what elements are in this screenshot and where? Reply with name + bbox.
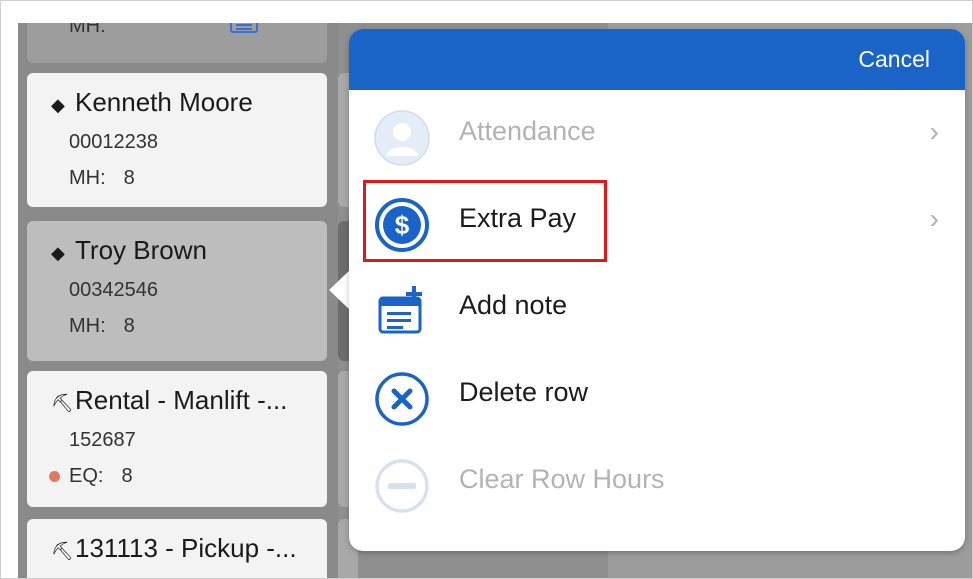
menu-item-label: Extra Pay — [459, 203, 577, 233]
hours-row: MH: 8 — [69, 167, 135, 189]
hours-label: MH: — [69, 23, 106, 37]
row-actions-popover: Cancel Attendance › $ Extra Pay › Add no… — [349, 29, 965, 551]
equipment-name: ⛏Rental - Manlift -... — [51, 385, 288, 415]
equipment-card[interactable]: ⛏Rental - Manlift -... 152687 EQ: 8 — [27, 371, 327, 507]
status-dot — [49, 471, 60, 482]
equipment-name: ⛏131113 - Pickup -... — [51, 533, 297, 563]
notes-icon[interactable] — [230, 23, 258, 33]
add-note-icon — [378, 286, 422, 334]
worker-hardhat-icon: ◆ — [51, 95, 65, 115]
chevron-right-icon: › — [929, 116, 939, 147]
minus-circle-icon — [375, 459, 429, 513]
menu-item-label: Clear Row Hours — [459, 464, 665, 494]
menu-item-extra-pay[interactable]: $ Extra Pay › — [349, 177, 965, 263]
menu-item-delete-row[interactable]: Delete row — [349, 351, 965, 437]
person-avatar-icon — [374, 110, 430, 166]
menu-item-attendance[interactable]: Attendance › — [349, 90, 965, 176]
crew-name: ◆ Kenneth Moore — [51, 87, 253, 117]
employee-number: 00012238 — [69, 131, 158, 153]
menu-item-label: Attendance — [459, 116, 596, 146]
popover-header: Cancel — [349, 29, 965, 90]
menu-item-label: Delete row — [459, 377, 589, 407]
popover-arrow — [329, 270, 350, 310]
menu-item-add-note[interactable]: Add note — [349, 264, 965, 350]
cancel-button[interactable]: Cancel — [858, 46, 930, 73]
crew-list-column: MH: ◆ Kenneth Moore 00012238 MH: 8 ◆ Troy B… — [18, 23, 338, 578]
menu-item-clear-row-hours[interactable]: Clear Row Hours — [349, 438, 965, 524]
crew-card-selected[interactable]: ◆ Troy Brown 00342546 MH: 8 — [27, 221, 327, 361]
equipment-card[interactable]: ⛏131113 - Pickup -... — [27, 519, 327, 578]
worker-hardhat-icon: ◆ — [51, 243, 65, 263]
employee-number: 00342546 — [69, 279, 158, 301]
dollar-circle-icon: $ — [375, 198, 429, 252]
close-circle-icon — [375, 372, 429, 426]
excavator-icon: ⛏ — [51, 541, 74, 561]
excavator-icon: ⛏ — [51, 393, 74, 413]
hours-row: EQ: 8 — [69, 465, 133, 487]
crew-name: ◆ Troy Brown — [51, 235, 207, 265]
chevron-right-icon: › — [929, 203, 939, 234]
equipment-number: 152687 — [69, 429, 136, 451]
crew-card[interactable]: ◆ Kenneth Moore 00012238 MH: 8 — [27, 73, 327, 207]
svg-text:$: $ — [395, 210, 410, 240]
hours-row: MH: 8 — [69, 315, 135, 337]
crew-card[interactable]: MH: — [27, 23, 327, 63]
menu-item-label: Add note — [459, 290, 568, 320]
